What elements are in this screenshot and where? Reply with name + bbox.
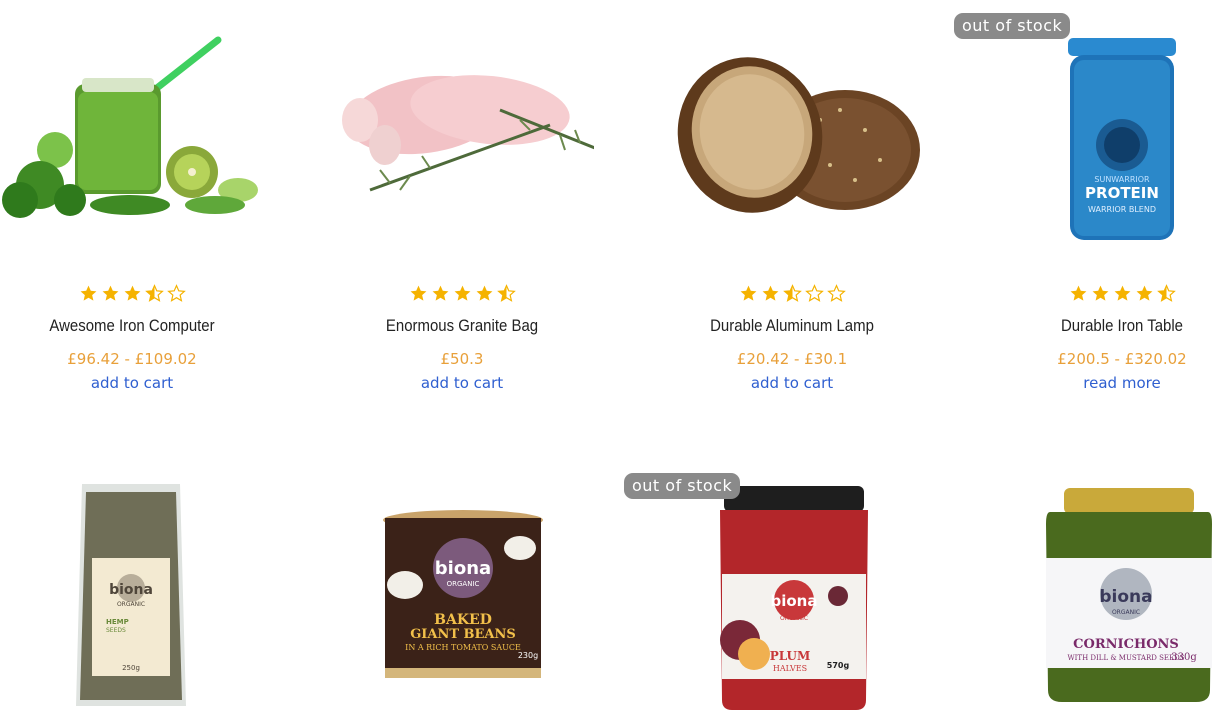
product-price: £200.5 - £320.02 [1057,350,1187,368]
svg-text:CORNICHONS: CORNICHONS [1073,637,1179,652]
star-empty-icon [826,284,846,302]
protein-label-text: PROTEIN [1085,184,1159,202]
add-to-cart-link[interactable]: add to cart [0,374,264,392]
svg-text:ORGANIC: ORGANIC [780,615,808,622]
star-half-icon [782,284,802,302]
svg-text:biona: biona [1099,587,1152,607]
product-price: £96.42 - £109.02 [67,350,197,368]
svg-text:ORGANIC: ORGANIC [447,580,480,588]
svg-text:IN A RICH TOMATO SAUCE: IN A RICH TOMATO SAUCE [405,643,521,652]
star-full-icon [1070,285,1086,301]
chicken-drumsticks-image[interactable] [330,0,594,250]
product-card[interactable]: PROTEIN WARRIOR BLEND SUNWARRIOR out of … [954,0,1225,400]
product-price: £20.42 - £30.1 [736,350,848,368]
star-full-icon [1092,285,1108,301]
rating-stars [990,284,1225,306]
svg-text:biona: biona [435,558,491,579]
product-card[interactable]: biona ORGANIC BAKED GIANT BEANS IN A RIC… [330,470,594,711]
product-title[interactable]: Durable Iron Table [1006,316,1225,336]
product-card[interactable]: Enormous Granite Bag £50.3 add to cart [330,0,594,400]
add-to-cart-link[interactable]: add to cart [660,374,924,392]
svg-text:WARRIOR BLEND: WARRIOR BLEND [1088,205,1156,214]
svg-text:250g: 250g [122,664,140,672]
star-full-icon [1136,285,1152,301]
star-full-icon [740,285,756,301]
star-full-icon [1114,285,1130,301]
bread-loaf-image[interactable] [660,0,924,250]
svg-text:WITH DILL & MUSTARD SEEDS: WITH DILL & MUSTARD SEEDS [1067,654,1184,662]
svg-text:HALVES: HALVES [773,664,807,673]
product-title[interactable]: Enormous Granite Bag [346,316,578,336]
star-empty-icon [804,284,824,302]
product-card[interactable]: Awesome Iron Computer £96.42 - £109.02 a… [0,0,264,400]
star-full-icon [432,285,448,301]
rating-stars [660,284,924,306]
svg-text:SEEDS: SEEDS [106,627,126,634]
out-of-stock-badge: out of stock [954,13,1071,39]
product-card[interactable]: biona ORGANIC HEMP SEEDS 250g [0,470,264,711]
star-full-icon [410,285,426,301]
hemp-seeds-bag-image[interactable]: biona ORGANIC HEMP SEEDS 250g [0,470,264,711]
star-half-icon [144,284,164,302]
product-title[interactable]: Durable Aluminum Lamp [676,316,908,336]
star-full-icon [454,285,470,301]
svg-text:biona: biona [109,582,153,598]
product-card[interactable]: Durable Aluminum Lamp £20.42 - £30.1 add… [660,0,924,400]
product-card[interactable]: biona ORGANIC PLUM HALVES 570g out of st… [624,470,924,711]
svg-text:330g: 330g [1171,652,1197,663]
star-full-icon [80,285,96,301]
svg-text:570g: 570g [827,661,850,670]
svg-text:biona: biona [771,592,818,610]
baked-beans-can-image[interactable]: biona ORGANIC BAKED GIANT BEANS IN A RIC… [330,470,594,711]
star-full-icon [124,285,140,301]
star-half-icon [496,284,516,302]
svg-text:HEMP: HEMP [106,618,129,626]
svg-text:ORGANIC: ORGANIC [117,601,145,608]
plum-jar-image[interactable]: biona ORGANIC PLUM HALVES 570g [660,470,924,711]
product-title[interactable]: Awesome Iron Computer [16,316,248,336]
svg-text:SUNWARRIOR: SUNWARRIOR [1094,175,1150,184]
rating-stars [0,284,264,306]
rating-stars [330,284,594,306]
svg-text:GIANT BEANS: GIANT BEANS [410,627,516,642]
svg-text:ORGANIC: ORGANIC [1112,609,1140,616]
out-of-stock-badge: out of stock [624,473,741,499]
star-full-icon [762,285,778,301]
green-smoothie-image[interactable] [0,0,264,250]
product-price: £50.3 [440,350,484,368]
read-more-link[interactable]: read more [990,374,1225,392]
add-to-cart-link[interactable]: add to cart [330,374,594,392]
cornichons-jar-image[interactable]: biona ORGANIC CORNICHONS WITH DILL & MUS… [990,470,1225,711]
svg-text:BAKED: BAKED [434,612,492,628]
svg-text:PLUM: PLUM [770,649,811,663]
product-card[interactable]: biona ORGANIC CORNICHONS WITH DILL & MUS… [990,470,1225,711]
star-empty-icon [166,284,186,302]
star-full-icon [102,285,118,301]
star-half-icon [1156,284,1176,302]
svg-text:230g: 230g [518,651,538,660]
star-full-icon [476,285,492,301]
